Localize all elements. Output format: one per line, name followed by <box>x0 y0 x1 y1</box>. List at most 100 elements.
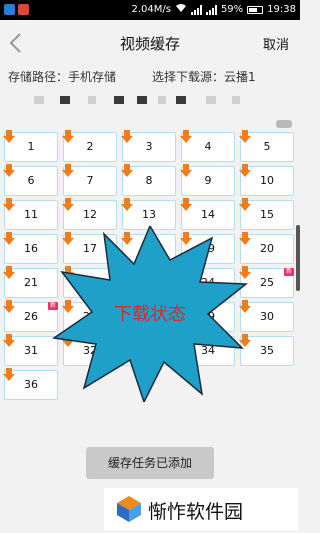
download-arrow-icon <box>180 198 192 211</box>
obscured-strip <box>158 96 166 104</box>
watermark-text: 惭怍软件园 <box>148 501 244 523</box>
app-notification-icon <box>18 4 29 15</box>
download-arrow-icon <box>3 266 15 279</box>
obscured-strip <box>206 96 216 104</box>
new-badge: 新 <box>283 268 294 276</box>
source-select-value[interactable]: 云播1 <box>224 68 256 85</box>
storage-path-value[interactable]: 手机存储 <box>68 68 116 85</box>
status-bar: 2.04M/s 59% 19:38 <box>0 0 300 20</box>
episode-number: 10 <box>260 174 274 187</box>
episode-cell[interactable]: 7 <box>62 164 117 196</box>
obscured-strip <box>176 96 186 104</box>
episode-number: 13 <box>142 208 156 221</box>
status-indicators: 2.04M/s 59% 19:38 <box>131 3 296 16</box>
episode-cell[interactable]: 9 <box>180 164 235 196</box>
episode-number: 7 <box>86 174 94 187</box>
download-arrow-icon <box>62 164 74 177</box>
episode-cell[interactable]: 11 <box>3 198 58 230</box>
episode-cell[interactable]: 2 <box>62 130 117 162</box>
episode-cell[interactable]: 36 <box>3 368 58 400</box>
title-bar: 视频缓存 取消 <box>0 20 300 66</box>
download-arrow-icon <box>3 198 15 211</box>
episode-number: 8 <box>145 174 153 187</box>
episode-number: 5 <box>263 140 271 153</box>
download-arrow-icon <box>239 198 251 211</box>
watermark-logo-icon <box>114 494 144 524</box>
episode-number: 36 <box>24 378 38 391</box>
download-arrow-icon <box>3 334 15 347</box>
obscured-strip <box>232 96 240 104</box>
episode-number: 14 <box>201 208 215 221</box>
wifi-icon <box>175 3 187 16</box>
download-arrow-icon <box>3 368 15 381</box>
download-arrow-icon <box>239 130 251 143</box>
download-arrow-icon <box>180 164 192 177</box>
obscured-strip <box>137 96 147 104</box>
download-status-popup[interactable]: 下载状态 <box>52 226 248 402</box>
obscured-strip <box>34 96 44 104</box>
episode-number: 9 <box>204 174 212 187</box>
episode-cell[interactable]: 21 <box>3 266 58 298</box>
app-notification-icon <box>4 4 15 15</box>
battery-percent: 59% <box>220 4 244 15</box>
download-arrow-icon <box>239 164 251 177</box>
episode-cell[interactable]: 31 <box>3 334 58 366</box>
episode-cell[interactable]: 26 新 <box>3 300 58 332</box>
storage-path-label: 存储路径： <box>8 70 69 84</box>
episode-number: 12 <box>83 208 97 221</box>
episode-number: 6 <box>27 174 35 187</box>
download-arrow-icon <box>3 130 15 143</box>
download-arrow-icon <box>180 130 192 143</box>
episode-number: 26 <box>24 310 38 323</box>
overflow-indicator <box>276 120 292 128</box>
download-arrow-icon <box>3 300 15 313</box>
watermark: 惭怍软件园 <box>104 488 298 530</box>
episode-number: 1 <box>27 140 35 153</box>
task-added-toast: 缓存任务已添加 <box>86 447 214 479</box>
signal-icon <box>190 4 202 15</box>
obscured-strip <box>114 96 124 104</box>
download-arrow-icon <box>3 164 15 177</box>
episode-number: 4 <box>204 140 212 153</box>
download-arrow-icon <box>121 130 133 143</box>
episode-cell[interactable]: 4 <box>180 130 235 162</box>
episode-cell[interactable]: 6 <box>3 164 58 196</box>
episode-number: 30 <box>260 310 274 323</box>
download-status-label: 下载状态 <box>114 304 186 325</box>
episode-number: 35 <box>260 344 274 357</box>
storage-row: 存储路径： 手机存储 选择下载源： 云播1 <box>0 66 300 86</box>
episode-cell[interactable]: 5 <box>239 130 294 162</box>
download-arrow-icon <box>121 198 133 211</box>
episode-cell[interactable]: 10 <box>239 164 294 196</box>
episode-cell[interactable]: 25 新 <box>239 266 294 298</box>
episode-number: 31 <box>24 344 38 357</box>
episode-number: 2 <box>86 140 94 153</box>
episode-cell[interactable]: 30 <box>239 300 294 332</box>
episode-cell[interactable]: 35 <box>239 334 294 366</box>
episode-number: 20 <box>260 242 274 255</box>
episode-cell[interactable]: 3 <box>121 130 176 162</box>
episode-cell[interactable]: 20 <box>239 232 294 264</box>
episode-cell[interactable]: 1 <box>3 130 58 162</box>
scrollbar[interactable] <box>296 225 300 291</box>
network-speed: 2.04M/s <box>131 4 171 15</box>
episode-cell[interactable]: 15 <box>239 198 294 230</box>
download-arrow-icon <box>3 232 15 245</box>
episode-cell[interactable]: 16 <box>3 232 58 264</box>
download-arrow-icon <box>121 164 133 177</box>
notification-icons <box>4 4 29 15</box>
clock: 19:38 <box>267 4 296 15</box>
episode-number: 25 <box>260 276 274 289</box>
battery-icon <box>247 5 264 14</box>
obscured-strip <box>60 96 70 104</box>
episode-number: 16 <box>24 242 38 255</box>
signal-icon <box>205 4 217 15</box>
cancel-button[interactable]: 取消 <box>263 34 289 53</box>
episode-number: 15 <box>260 208 274 221</box>
episode-number: 11 <box>24 208 38 221</box>
episode-number: 21 <box>24 276 38 289</box>
download-arrow-icon <box>62 198 74 211</box>
episode-number: 3 <box>145 140 153 153</box>
obscured-strip <box>88 96 96 104</box>
episode-cell[interactable]: 8 <box>121 164 176 196</box>
